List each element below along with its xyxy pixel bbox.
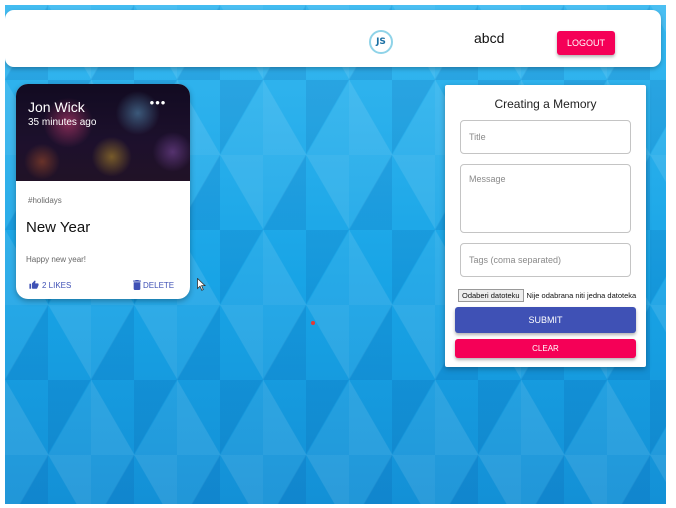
- js-logo-icon[interactable]: JS: [369, 30, 393, 54]
- title-input[interactable]: [461, 121, 630, 153]
- tags-input[interactable]: [461, 244, 630, 276]
- title-field-container: [460, 120, 631, 154]
- create-memory-form: Creating a Memory Odaberi datoteku Nije …: [445, 85, 646, 367]
- post-tags: #holidays: [28, 196, 62, 205]
- form-heading: Creating a Memory: [494, 97, 597, 111]
- app-bar: JS abcd LOGOUT: [5, 10, 661, 67]
- username-label: abcd: [474, 30, 505, 46]
- like-button[interactable]: 2 LIKES: [29, 278, 71, 292]
- delete-label: DELETE: [143, 280, 175, 290]
- logout-button[interactable]: LOGOUT: [557, 31, 615, 55]
- memory-card: Jon Wick 35 minutes ago ••• #holidays Ne…: [16, 84, 190, 299]
- post-timestamp: 35 minutes ago: [28, 117, 97, 128]
- thumb-up-icon: [29, 280, 39, 289]
- file-input-row: Odaberi datoteku Nije odabrana niti jedn…: [458, 288, 653, 302]
- choose-file-button[interactable]: Odaberi datoteku: [458, 288, 524, 302]
- more-options-icon[interactable]: •••: [149, 95, 167, 113]
- like-count-label: 2 LIKES: [42, 280, 72, 290]
- clear-button[interactable]: CLEAR: [455, 339, 636, 358]
- post-message: Happy new year!: [26, 255, 87, 264]
- pointer-dot: [311, 321, 315, 325]
- submit-button[interactable]: SUBMIT: [455, 307, 636, 333]
- post-title: New Year: [26, 219, 91, 236]
- message-input[interactable]: [461, 165, 630, 232]
- logo-text: JS: [376, 37, 386, 47]
- post-author: Jon Wick: [28, 99, 85, 115]
- delete-icon: [133, 280, 141, 290]
- file-status-text: Nije odabrana niti jedna datoteka: [526, 290, 637, 300]
- tags-field-container: [460, 243, 631, 277]
- app-background: JS abcd LOGOUT Jon Wick 35 minutes ago •…: [5, 5, 666, 504]
- mouse-cursor-icon: [197, 278, 207, 291]
- message-field-container: [460, 164, 631, 233]
- delete-button[interactable]: DELETE: [133, 278, 174, 292]
